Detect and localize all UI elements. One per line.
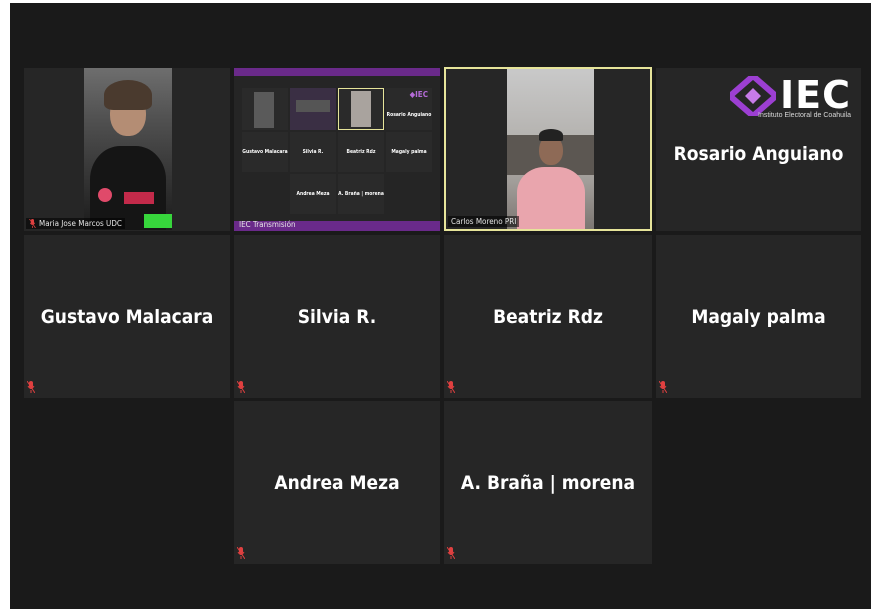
stream-top-bar <box>234 68 440 76</box>
participant-name: Magaly palma <box>691 305 826 328</box>
participant-name-caption: Carlos Moreno PRI <box>448 216 520 227</box>
participant-name: IEC Transmisión <box>239 220 296 229</box>
mic-muted-icon <box>447 381 455 393</box>
mic-muted-icon <box>237 381 245 393</box>
participant-tile-brana[interactable]: A. Braña | morena <box>444 401 652 564</box>
mic-muted-icon <box>29 219 36 228</box>
participant-name: Silvia R. <box>297 305 377 328</box>
participant-name-caption: IEC Transmisión <box>236 219 299 230</box>
iec-logo: IEC <box>730 76 851 116</box>
mic-muted-icon <box>447 547 455 559</box>
participant-name: Maria Jose Marcos UDC <box>39 219 122 228</box>
participant-tile-gustavo[interactable]: Gustavo Malacara <box>24 235 230 398</box>
iec-logo-text: IEC <box>780 73 851 117</box>
participant-tile-silvia[interactable]: Silvia R. <box>234 235 440 398</box>
mini-tile-rosario: ◆IEC Rosario Anguiano <box>386 88 432 130</box>
mini-tile-brana: A. Braña | morena <box>338 174 384 214</box>
mic-muted-icon <box>237 547 245 559</box>
participant-tile-rosario[interactable]: IEC Instituto Electoral de Coahuila Rosa… <box>656 68 861 231</box>
mini-tile-video <box>242 88 288 130</box>
iec-logo-subtitle: Instituto Electoral de Coahuila <box>758 112 851 119</box>
participant-tile-beatriz[interactable]: Beatriz Rdz <box>444 235 652 398</box>
mini-tile-silvia: Silvia R. <box>290 132 336 172</box>
mini-tile-andrea: Andrea Meza <box>290 174 336 214</box>
mini-tile-magaly: Magaly palma <box>386 132 432 172</box>
mini-tile-video-active <box>338 88 384 130</box>
participant-name: A. Braña | morena <box>460 471 636 494</box>
mic-muted-icon <box>659 381 667 393</box>
mini-tile-beatriz: Beatriz Rdz <box>338 132 384 172</box>
mini-tile-share <box>290 88 336 130</box>
stream-preview: ◆IEC Rosario Anguiano Gustavo Malacara S… <box>242 82 434 216</box>
mini-tile-gustavo: Gustavo Malacara <box>242 132 288 172</box>
participant-name: Carlos Moreno PRI <box>451 217 517 226</box>
iec-diamond-icon <box>730 76 777 116</box>
participant-name-caption: Maria Jose Marcos UDC <box>26 218 125 229</box>
participant-tile-andrea[interactable]: Andrea Meza <box>234 401 440 564</box>
participant-name: Beatriz Rdz <box>493 305 603 328</box>
participant-name: Rosario Anguiano <box>673 143 844 166</box>
video-gallery: Maria Jose Marcos UDC ◆IEC Rosario Angui… <box>10 3 871 609</box>
participant-tile-iec-transmision[interactable]: ◆IEC Rosario Anguiano Gustavo Malacara S… <box>234 68 440 231</box>
participant-video <box>507 69 594 229</box>
mic-muted-icon <box>27 381 35 393</box>
participant-tile-carlos-active-speaker[interactable]: Carlos Moreno PRI <box>444 67 652 231</box>
participant-name: Gustavo Malacara <box>40 305 214 328</box>
participant-tile-maria[interactable]: Maria Jose Marcos UDC <box>24 68 230 231</box>
participant-video <box>84 68 172 230</box>
participant-tile-magaly[interactable]: Magaly palma <box>656 235 861 398</box>
participant-name: Andrea Meza <box>274 471 400 494</box>
